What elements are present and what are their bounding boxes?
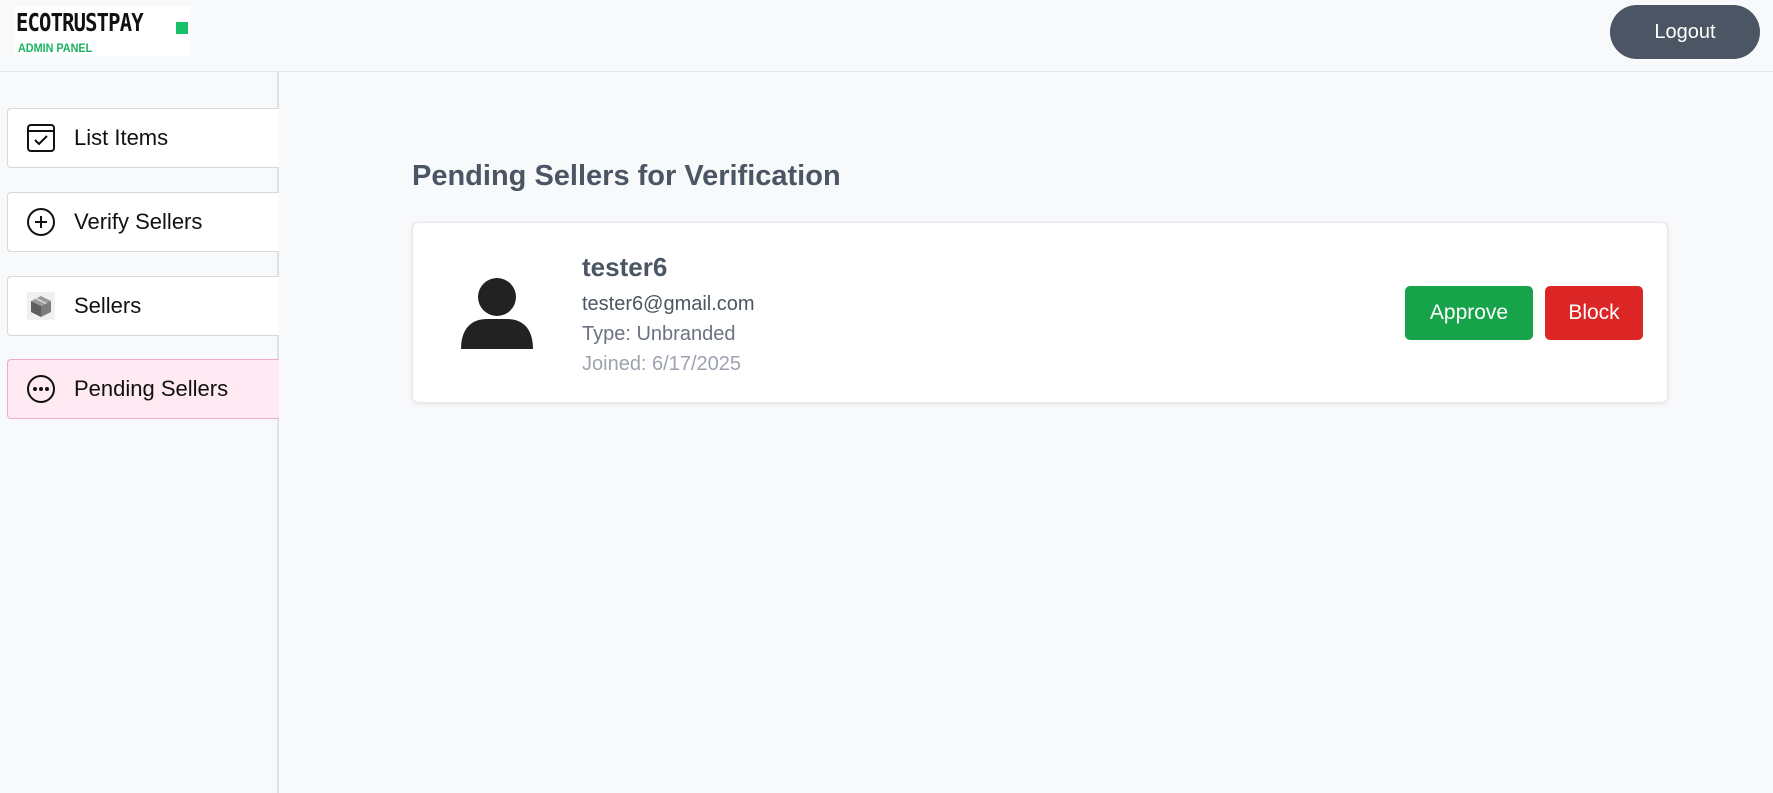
pending-seller-card: tester6 tester6@gmail.com Type: Unbrande… bbox=[412, 222, 1668, 403]
sidebar-item-label: Sellers bbox=[74, 293, 142, 318]
logo-dot bbox=[176, 22, 188, 34]
user-silhouette-icon bbox=[461, 278, 533, 349]
plus-circle-icon bbox=[25, 206, 57, 238]
seller-joined-date: Joined: 6/17/2025 bbox=[582, 353, 742, 375]
seller-type: Type: Unbranded bbox=[582, 323, 736, 345]
checkbox-calendar-icon bbox=[25, 122, 57, 154]
sidebar-item-sellers[interactable]: Sellers bbox=[7, 276, 279, 336]
ellipsis-circle-icon bbox=[25, 373, 57, 405]
logo: ECOTRUSTPAY ADMIN PANEL bbox=[14, 6, 190, 56]
logo-title: ECOTRUSTPAY bbox=[16, 8, 144, 37]
sidebar-item-verify-sellers[interactable]: Verify Sellers bbox=[7, 192, 279, 252]
sidebar-item-label: List Items bbox=[74, 125, 169, 150]
sidebar-item-label: Verify Sellers bbox=[74, 209, 203, 234]
avatar bbox=[437, 254, 557, 372]
seller-email: tester6@gmail.com bbox=[582, 293, 755, 315]
sidebar-item-list-items[interactable]: List Items bbox=[7, 108, 279, 168]
sidebar-item-pending-sellers[interactable]: Pending Sellers bbox=[7, 359, 279, 419]
sidebar: List Items Verify Sellers Sellers Pendin… bbox=[0, 72, 279, 793]
package-icon bbox=[25, 290, 57, 322]
seller-name: tester6 bbox=[582, 252, 668, 282]
top-header: ECOTRUSTPAY ADMIN PANEL Logout bbox=[0, 0, 1773, 72]
approve-button[interactable]: Approve bbox=[1405, 286, 1533, 340]
block-button[interactable]: Block bbox=[1545, 286, 1643, 340]
page-title: Pending Sellers for Verification bbox=[412, 160, 841, 192]
sidebar-item-label: Pending Sellers bbox=[74, 376, 229, 401]
logout-button[interactable]: Logout bbox=[1610, 5, 1760, 59]
logo-subtitle: ADMIN PANEL bbox=[18, 41, 93, 55]
